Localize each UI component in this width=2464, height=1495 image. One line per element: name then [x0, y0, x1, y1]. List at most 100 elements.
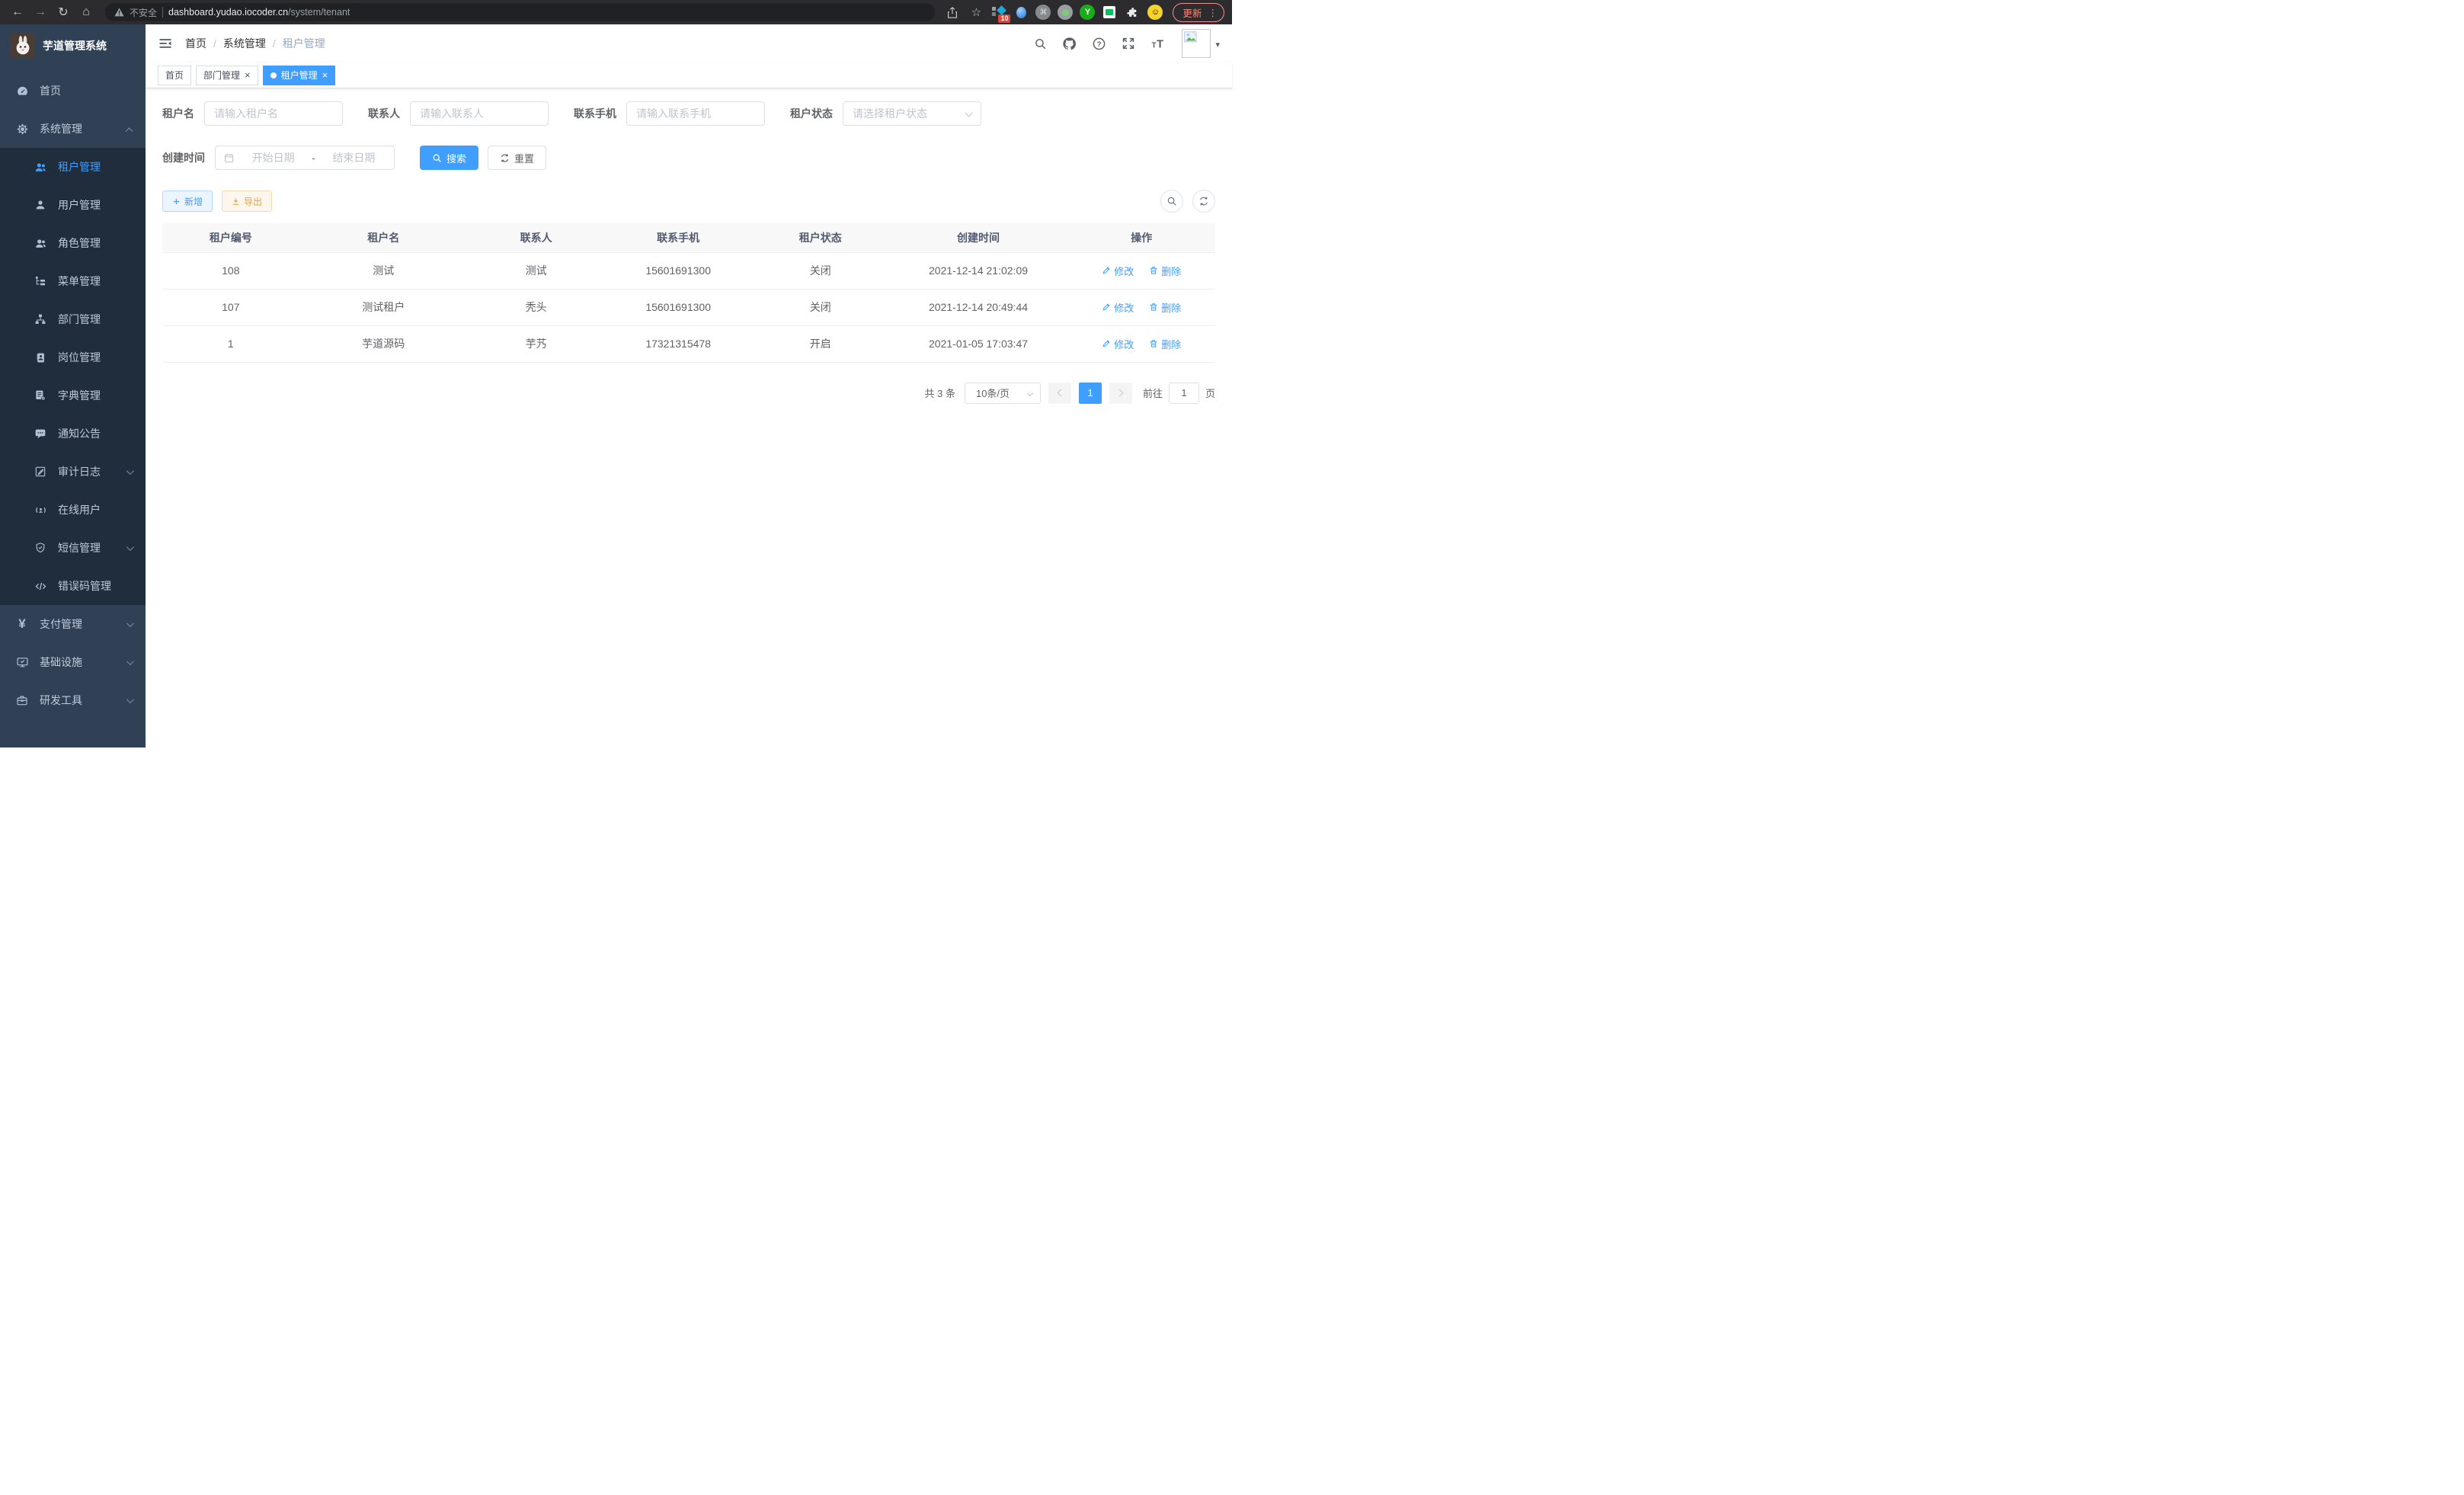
reset-button[interactable]: 重置 [488, 146, 546, 170]
bookmark-star-icon[interactable]: ☆ [968, 4, 984, 21]
tenant-name-input[interactable] [204, 101, 343, 126]
sidebar-item-menu[interactable]: 菜单管理 [0, 262, 146, 300]
tab-close-icon[interactable]: × [322, 70, 328, 80]
cell-status: 开启 [752, 325, 889, 362]
date-range-picker[interactable]: 开始日期 - 结束日期 [215, 146, 395, 170]
sidebar-item-error-code[interactable]: 错误码管理 [0, 567, 146, 605]
refresh-button[interactable] [1192, 190, 1215, 213]
sidebar-item-dev-tools[interactable]: 研发工具 [0, 681, 146, 719]
fullscreen-icon[interactable] [1122, 37, 1135, 50]
header-search-icon[interactable] [1034, 37, 1047, 50]
address-bar[interactable]: 不安全 dashboard.yudao.iocoder.cn/system/te… [105, 3, 935, 21]
app-logo-link[interactable]: 芋道管理系统 [0, 24, 146, 67]
delete-link[interactable]: 删除 [1149, 300, 1181, 315]
sidebar-item-dept[interactable]: 部门管理 [0, 300, 146, 338]
pagination-goto: 前往 页 [1143, 383, 1215, 404]
filter-create-time: 创建时间 开始日期 - 结束日期 [162, 146, 395, 170]
contact-input[interactable] [410, 101, 549, 126]
edit-link[interactable]: 修改 [1102, 300, 1134, 315]
user-avatar-menu[interactable]: ▾ [1182, 29, 1220, 58]
tab-tenant[interactable]: 租户管理 × [263, 66, 336, 85]
delete-link[interactable]: 删除 [1149, 337, 1181, 351]
sidebar-item-dict[interactable]: 字典管理 [0, 376, 146, 415]
sidebar-item-label: 岗位管理 [58, 350, 101, 365]
code-icon [34, 579, 47, 593]
chevron-down-icon [965, 110, 973, 117]
sidebar-item-payment[interactable]: ¥ 支付管理 [0, 605, 146, 643]
github-icon[interactable] [1062, 37, 1077, 51]
dictionary-icon [34, 389, 47, 402]
extension-smiley-icon[interactable]: ☺ [1147, 5, 1163, 20]
breadcrumb-system[interactable]: 系统管理 [223, 36, 266, 51]
browser-update-button[interactable]: 更新 ⋮ [1173, 3, 1224, 22]
sidebar-item-audit-log[interactable]: 审计日志 [0, 453, 146, 491]
breadcrumb-home[interactable]: 首页 [185, 36, 206, 51]
extension-command-icon[interactable]: ⌘ [1035, 5, 1051, 20]
tab-home[interactable]: 首页 [158, 66, 191, 85]
tab-close-icon[interactable]: × [245, 70, 251, 80]
sidebar-item-role[interactable]: 角色管理 [0, 224, 146, 262]
cell-contact: 秃头 [468, 289, 605, 325]
edit-link[interactable]: 修改 [1102, 337, 1134, 351]
extension-y-icon[interactable]: Y [1080, 5, 1095, 20]
sidebar-item-home[interactable]: 首页 [0, 72, 146, 110]
goto-page-input[interactable] [1169, 383, 1199, 404]
sidebar-item-label: 通知公告 [58, 426, 101, 441]
search-button[interactable]: 搜索 [420, 146, 478, 170]
pagination: 共 3 条 10条/页 1 前往 页 [162, 383, 1215, 404]
page-unit-label: 页 [1205, 386, 1215, 400]
toggle-search-button[interactable] [1160, 190, 1183, 213]
sidebar-collapse-icon[interactable] [158, 36, 173, 51]
sidebar-item-post[interactable]: 岗位管理 [0, 338, 146, 376]
status-select[interactable]: 请选择租户状态 [843, 101, 981, 126]
sidebar-item-online-user[interactable]: 在线用户 [0, 491, 146, 529]
cell-tenant-name: 测试租户 [299, 289, 468, 325]
col-contact: 联系人 [468, 223, 605, 252]
extension-pixel-icon[interactable]: 10 [991, 5, 1006, 20]
end-date-placeholder: 结束日期 [322, 150, 386, 165]
edit-link[interactable]: 修改 [1102, 264, 1134, 278]
extension-recorder-icon[interactable] [1058, 5, 1073, 20]
url-host: dashboard.yudao.iocoder.cn [168, 7, 288, 18]
filter-row-2: 创建时间 开始日期 - 结束日期 搜索 [162, 146, 1215, 170]
sidebar-item-tenant[interactable]: 租户管理 [0, 148, 146, 186]
delete-link[interactable]: 删除 [1149, 264, 1181, 278]
browser-actions: ☆ 10 ⌘ Y ☺ 更新 ⋮ [944, 3, 1224, 22]
help-icon[interactable]: ? [1092, 37, 1106, 51]
contact-label: 联系人 [368, 106, 400, 121]
sidebar-item-user[interactable]: 用户管理 [0, 186, 146, 224]
filter-status: 租户状态 请选择租户状态 [790, 101, 981, 126]
extensions-puzzle-icon[interactable] [1124, 4, 1141, 21]
sidebar-item-infrastructure[interactable]: 基础设施 [0, 643, 146, 681]
col-created: 创建时间 [889, 223, 1068, 252]
cell-status: 关闭 [752, 289, 889, 325]
chevron-up-icon [126, 127, 133, 135]
browser-forward-button[interactable]: → [30, 2, 50, 22]
font-size-icon[interactable]: TT [1150, 37, 1166, 50]
chevron-left-icon [1058, 389, 1065, 397]
browser-home-button[interactable]: ⌂ [76, 2, 96, 22]
extension-chat-icon[interactable] [1102, 5, 1117, 20]
sidebar-item-notice[interactable]: 通知公告 [0, 415, 146, 453]
browser-menu-kebab-icon[interactable]: ⋮ [1208, 7, 1218, 18]
svg-text:T: T [1157, 39, 1164, 50]
next-page-button[interactable] [1109, 383, 1132, 404]
browser-reload-button[interactable]: ↻ [53, 2, 73, 22]
share-icon[interactable] [944, 4, 961, 21]
sidebar-item-sms[interactable]: 短信管理 [0, 529, 146, 567]
export-button[interactable]: 导出 [222, 190, 272, 212]
sidebar-item-system[interactable]: 系统管理 [0, 110, 146, 148]
tenants-users-icon [34, 160, 47, 174]
tab-dept[interactable]: 部门管理 × [196, 66, 258, 85]
page-size-select[interactable]: 10条/页 [965, 383, 1041, 404]
prev-page-button[interactable] [1048, 383, 1071, 404]
start-date-placeholder: 开始日期 [241, 150, 306, 165]
active-tab-dot [270, 72, 277, 78]
add-button[interactable]: 新增 [162, 190, 213, 212]
browser-back-button[interactable]: ← [8, 2, 27, 22]
extension-balloon-icon[interactable] [1013, 5, 1029, 20]
sidebar-item-label: 基础设施 [40, 655, 82, 670]
cell-created: 2021-12-14 21:02:09 [889, 252, 1068, 289]
phone-input[interactable] [626, 101, 765, 126]
tab-label: 首页 [165, 69, 184, 82]
